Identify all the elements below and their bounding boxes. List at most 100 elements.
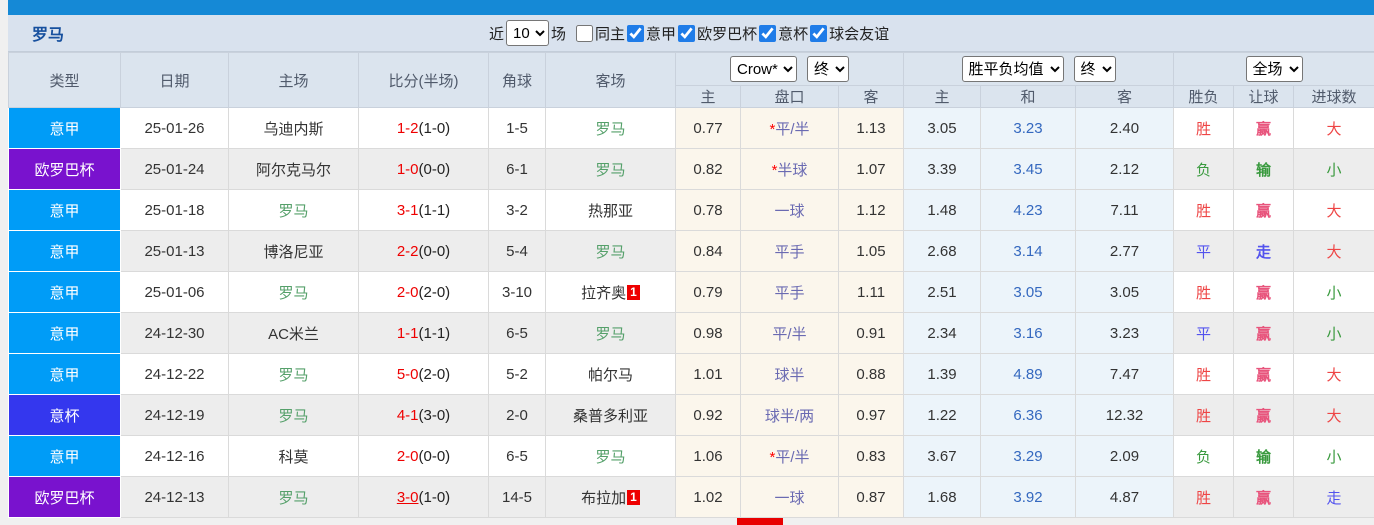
page-title: 罗马 (32, 27, 65, 44)
league-cell: 欧罗巴杯 (8, 476, 121, 518)
odds-period-select[interactable]: 终 (807, 56, 849, 82)
home-team-name: 罗马 (278, 202, 309, 220)
score-cell[interactable]: 1-2(1-0) (358, 107, 489, 149)
avg-away-cell: 3.05 (1074, 271, 1175, 313)
score-fulltime: 1-2 (396, 119, 419, 137)
handicap-value: 平/半 (772, 325, 807, 343)
handicap-cell: *平/半 (740, 435, 839, 477)
league-checkbox-coppa[interactable] (759, 24, 777, 42)
home-team-cell[interactable]: 罗马 (228, 476, 359, 518)
score-cell[interactable]: 2-0(0-0) (358, 435, 489, 477)
wdl-result-cell: 平 (1173, 230, 1235, 272)
score-cell[interactable]: 2-0(2-0) (358, 271, 489, 313)
league-checkbox-seriea[interactable] (627, 24, 645, 42)
away-team-cell[interactable]: 罗马 (545, 107, 676, 149)
score-cell[interactable]: 2-2(0-0) (358, 230, 489, 272)
same-home-checkbox[interactable] (576, 24, 594, 42)
table-row: 欧罗巴杯 24-12-13 罗马 3-0(1-0) 14-5 布拉加 1 1.02… (8, 476, 1374, 518)
league-checkbox-europa[interactable] (678, 24, 696, 42)
away-team-cell[interactable]: 桑普多利亚 (545, 394, 676, 436)
league-cell: 意甲 (8, 312, 121, 354)
handicap-result-cell: 赢 (1233, 189, 1295, 231)
recent-label: 近 (489, 25, 505, 43)
league-cell: 意甲 (8, 189, 121, 231)
handicap-result-cell: 赢 (1233, 312, 1295, 354)
odds-home-cell: 0.84 (675, 230, 741, 272)
home-team-cell[interactable]: 科莫 (228, 435, 359, 477)
league-cell: 意甲 (8, 353, 121, 395)
home-team-name: 博洛尼亚 (263, 243, 324, 261)
home-team-cell[interactable]: 阿尔克马尔 (228, 148, 359, 190)
away-team-cell[interactable]: 罗马 (545, 230, 676, 272)
handicap-result-header: 让球 (1233, 85, 1295, 108)
table-row: 意甲 25-01-26 乌迪内斯 1-2(1-0) 1-5 罗马 0.77 *平… (8, 107, 1374, 149)
handicap-cell: 平手 (740, 271, 839, 313)
home-team-cell[interactable]: 罗马 (228, 394, 359, 436)
odds-home-cell: 0.82 (675, 148, 741, 190)
score-halftime: (1-1) (418, 201, 451, 219)
home-team-name: 罗马 (278, 407, 309, 425)
avg-draw-cell: 6.36 (980, 394, 1076, 436)
col-header-score: 比分(半场) (358, 52, 489, 108)
recent-count-select[interactable]: 10 (506, 20, 550, 46)
home-team-cell[interactable]: 罗马 (228, 271, 359, 313)
corners-cell: 6-1 (488, 148, 546, 190)
away-team-cell[interactable]: 热那亚 (545, 189, 676, 231)
card-badge: 1 (627, 284, 640, 300)
away-team-cell[interactable]: 拉齐奥 1 (545, 271, 676, 313)
avg-away-cell: 3.23 (1074, 312, 1175, 354)
result-scope-select[interactable]: 全场 (1245, 56, 1303, 82)
handicap-result-cell: 输 (1233, 435, 1295, 477)
away-team-cell[interactable]: 罗马 (545, 148, 676, 190)
wdl-result-cell: 负 (1173, 435, 1235, 477)
score-cell[interactable]: 3-0(1-0) (358, 476, 489, 518)
league-cell: 欧罗巴杯 (8, 148, 121, 190)
odds-home-cell: 0.92 (675, 394, 741, 436)
score-cell[interactable]: 1-1(1-1) (358, 312, 489, 354)
score-cell[interactable]: 1-0(0-0) (358, 148, 489, 190)
wdl-result-cell: 胜 (1173, 189, 1235, 231)
avg-away-cell: 2.40 (1074, 107, 1175, 149)
odds-away-cell: 0.83 (838, 435, 904, 477)
date-cell: 25-01-24 (120, 148, 229, 190)
home-team-cell[interactable]: 乌迪内斯 (228, 107, 359, 149)
odds-away-cell: 0.87 (838, 476, 904, 518)
date-cell: 24-12-22 (120, 353, 229, 395)
handicap-value: 平手 (774, 284, 805, 302)
odds-source-select[interactable]: Crow* (730, 56, 797, 82)
league-checkbox-friendly[interactable] (810, 24, 828, 42)
score-cell[interactable]: 4-1(3-0) (358, 394, 489, 436)
home-team-name: 罗马 (278, 366, 309, 384)
home-team-cell[interactable]: 罗马 (228, 353, 359, 395)
league-label-coppa: 意杯 (778, 25, 809, 43)
home-team-cell[interactable]: 博洛尼亚 (228, 230, 359, 272)
handicap-result-cell: 赢 (1233, 476, 1295, 518)
league-cell: 意甲 (8, 107, 121, 149)
date-cell: 25-01-18 (120, 189, 229, 231)
home-team-cell[interactable]: AC米兰 (228, 312, 359, 354)
avg-draw-header: 和 (980, 85, 1076, 108)
score-cell[interactable]: 5-0(2-0) (358, 353, 489, 395)
odds-away-cell: 0.88 (838, 353, 904, 395)
away-team-cell[interactable]: 帕尔马 (545, 353, 676, 395)
away-team-cell[interactable]: 罗马 (545, 312, 676, 354)
wdl-result-cell: 平 (1173, 312, 1235, 354)
score-halftime: (0-0) (418, 447, 451, 465)
away-team-cell[interactable]: 布拉加 1 (545, 476, 676, 518)
odds-handicap-header: 盘口 (740, 85, 839, 108)
avg-home-cell: 2.34 (903, 312, 981, 354)
goals-result-cell: 小 (1293, 271, 1374, 313)
home-team-cell[interactable]: 罗马 (228, 189, 359, 231)
avg-away-header: 客 (1074, 85, 1175, 108)
avg-home-cell: 1.68 (903, 476, 981, 518)
odds-home-cell: 1.02 (675, 476, 741, 518)
score-cell[interactable]: 3-1(1-1) (358, 189, 489, 231)
avg-source-select[interactable]: 胜平负均值 (961, 56, 1064, 82)
avg-home-cell: 3.67 (903, 435, 981, 477)
date-cell: 25-01-26 (120, 107, 229, 149)
avg-period-select[interactable]: 终 (1073, 56, 1116, 82)
odds-home-cell: 1.01 (675, 353, 741, 395)
odds-home-header: 主 (675, 85, 741, 108)
away-team-cell[interactable]: 罗马 (545, 435, 676, 477)
handicap-value: 半球 (777, 161, 808, 179)
